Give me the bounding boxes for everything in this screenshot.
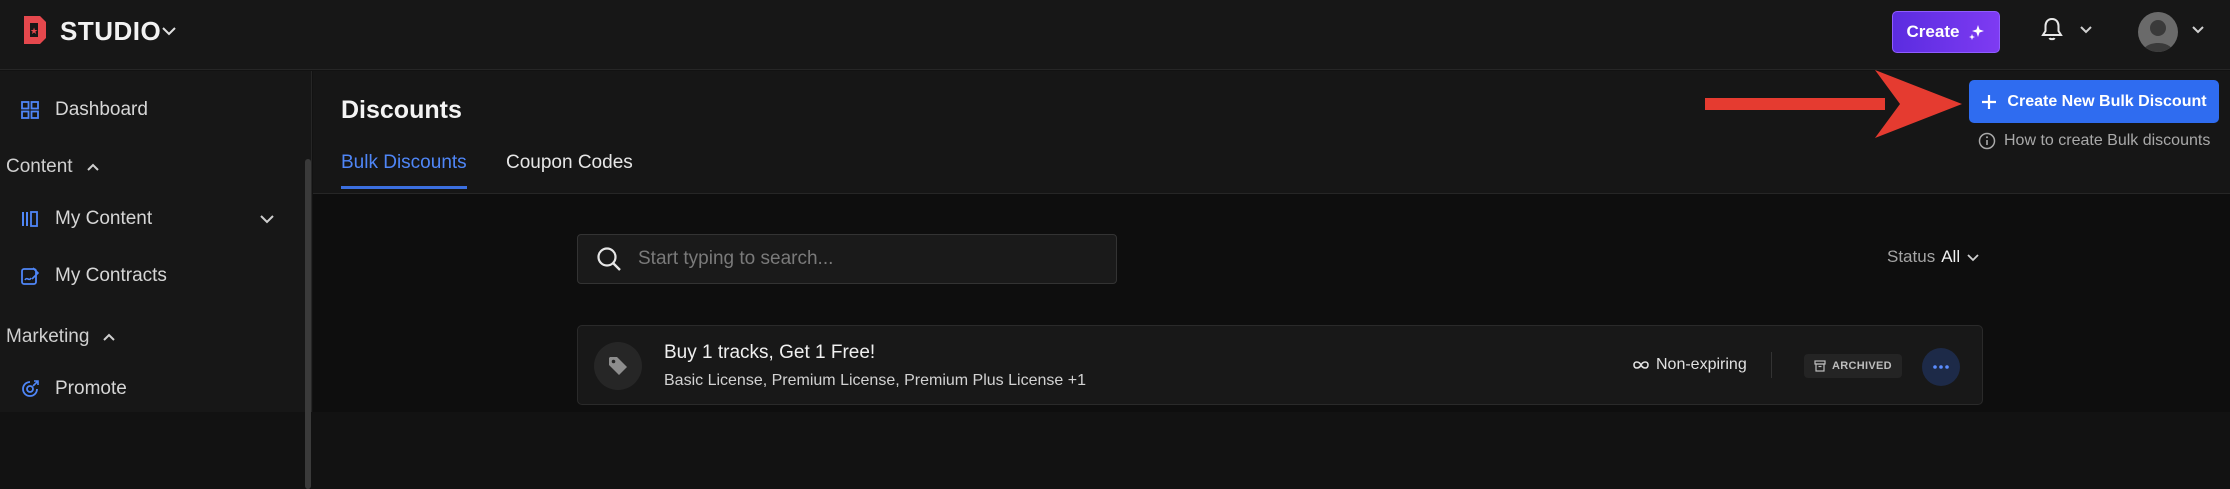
create-bulk-discount-button[interactable]: Create New Bulk Discount bbox=[1969, 80, 2219, 123]
sidebar-section-label: Marketing bbox=[6, 326, 90, 347]
discount-expiry: Non-expiring bbox=[1632, 356, 1747, 374]
chevron-down-icon[interactable] bbox=[258, 210, 276, 228]
avatar[interactable] bbox=[2138, 12, 2178, 52]
sidebar-section-label: Content bbox=[6, 156, 73, 177]
status-filter-label: Status bbox=[1887, 247, 1936, 266]
sidebar-item-label: Dashboard bbox=[55, 99, 148, 120]
studio-logo[interactable]: ★ bbox=[22, 14, 48, 46]
create-bulk-discount-label: Create New Bulk Discount bbox=[2007, 92, 2207, 110]
discount-licenses: Basic License, Premium License, Premium … bbox=[664, 372, 1086, 389]
sidebar-item-label: Promote bbox=[55, 378, 127, 399]
plus-icon bbox=[1982, 94, 1997, 109]
discount-expiry-label: Non-expiring bbox=[1656, 356, 1747, 373]
chevron-down-icon[interactable] bbox=[160, 22, 178, 40]
info-icon bbox=[1978, 132, 1996, 150]
sparkle-icon bbox=[1969, 25, 1985, 40]
dashboard-icon bbox=[21, 101, 39, 119]
tab-coupon-codes[interactable]: Coupon Codes bbox=[506, 152, 633, 186]
status-badge: ARCHIVED bbox=[1804, 354, 1902, 378]
bell-icon[interactable] bbox=[2040, 16, 2064, 42]
sidebar-item-label: My Contracts bbox=[55, 265, 167, 286]
chevron-up-icon bbox=[103, 333, 116, 341]
chevron-down-icon[interactable] bbox=[2078, 22, 2094, 38]
annotation-arrow-icon bbox=[1705, 70, 1962, 138]
divider bbox=[1771, 352, 1772, 378]
chevron-down-icon bbox=[1967, 254, 1979, 262]
discount-title: Buy 1 tracks, Get 1 Free! bbox=[664, 342, 876, 363]
sidebar-item-label: My Content bbox=[55, 208, 153, 229]
top-bar: ★ STUDIO Create bbox=[0, 0, 2230, 70]
archive-icon bbox=[1814, 360, 1826, 372]
sidebar-scrollbar[interactable] bbox=[305, 159, 311, 489]
chevron-up-icon bbox=[86, 163, 99, 171]
page-title: Discounts bbox=[341, 96, 462, 124]
tag-icon bbox=[594, 342, 642, 390]
howto-link[interactable]: How to create Bulk discounts bbox=[1978, 132, 2210, 150]
svg-text:★: ★ bbox=[30, 27, 38, 37]
status-filter-value: All bbox=[1941, 247, 1961, 266]
sidebar-item-dashboard[interactable]: Dashboard bbox=[20, 94, 148, 126]
contract-icon bbox=[21, 267, 40, 285]
create-button-label: Create bbox=[1906, 22, 1960, 41]
promote-icon bbox=[22, 380, 39, 397]
search-input[interactable] bbox=[638, 248, 1078, 270]
user-icon bbox=[2143, 20, 2173, 52]
sidebar-section-marketing[interactable]: Marketing bbox=[6, 322, 117, 352]
create-button[interactable]: Create bbox=[1892, 11, 2000, 53]
more-options-button[interactable] bbox=[1922, 348, 1960, 386]
library-icon bbox=[22, 211, 38, 227]
tab-bulk-discounts[interactable]: Bulk Discounts bbox=[341, 152, 467, 189]
status-badge-label: ARCHIVED bbox=[1832, 360, 1892, 372]
ellipsis-icon bbox=[1933, 365, 1949, 369]
sidebar-section-content[interactable]: Content bbox=[6, 152, 101, 182]
howto-label: How to create Bulk discounts bbox=[2004, 132, 2211, 149]
chevron-down-icon[interactable] bbox=[2190, 22, 2206, 38]
sidebar-item-my-content[interactable]: My Content bbox=[20, 203, 152, 235]
search-box[interactable] bbox=[577, 234, 1117, 284]
status-filter[interactable]: Status All bbox=[1887, 247, 1980, 267]
search-icon bbox=[597, 247, 621, 271]
sidebar-item-my-contracts[interactable]: My Contracts bbox=[20, 260, 167, 292]
brand-name[interactable]: STUDIO bbox=[60, 16, 161, 47]
discount-card[interactable]: Buy 1 tracks, Get 1 Free! Basic License,… bbox=[577, 325, 1983, 405]
sidebar-item-promote[interactable]: Promote bbox=[20, 373, 127, 405]
infinity-icon bbox=[1633, 361, 1649, 369]
